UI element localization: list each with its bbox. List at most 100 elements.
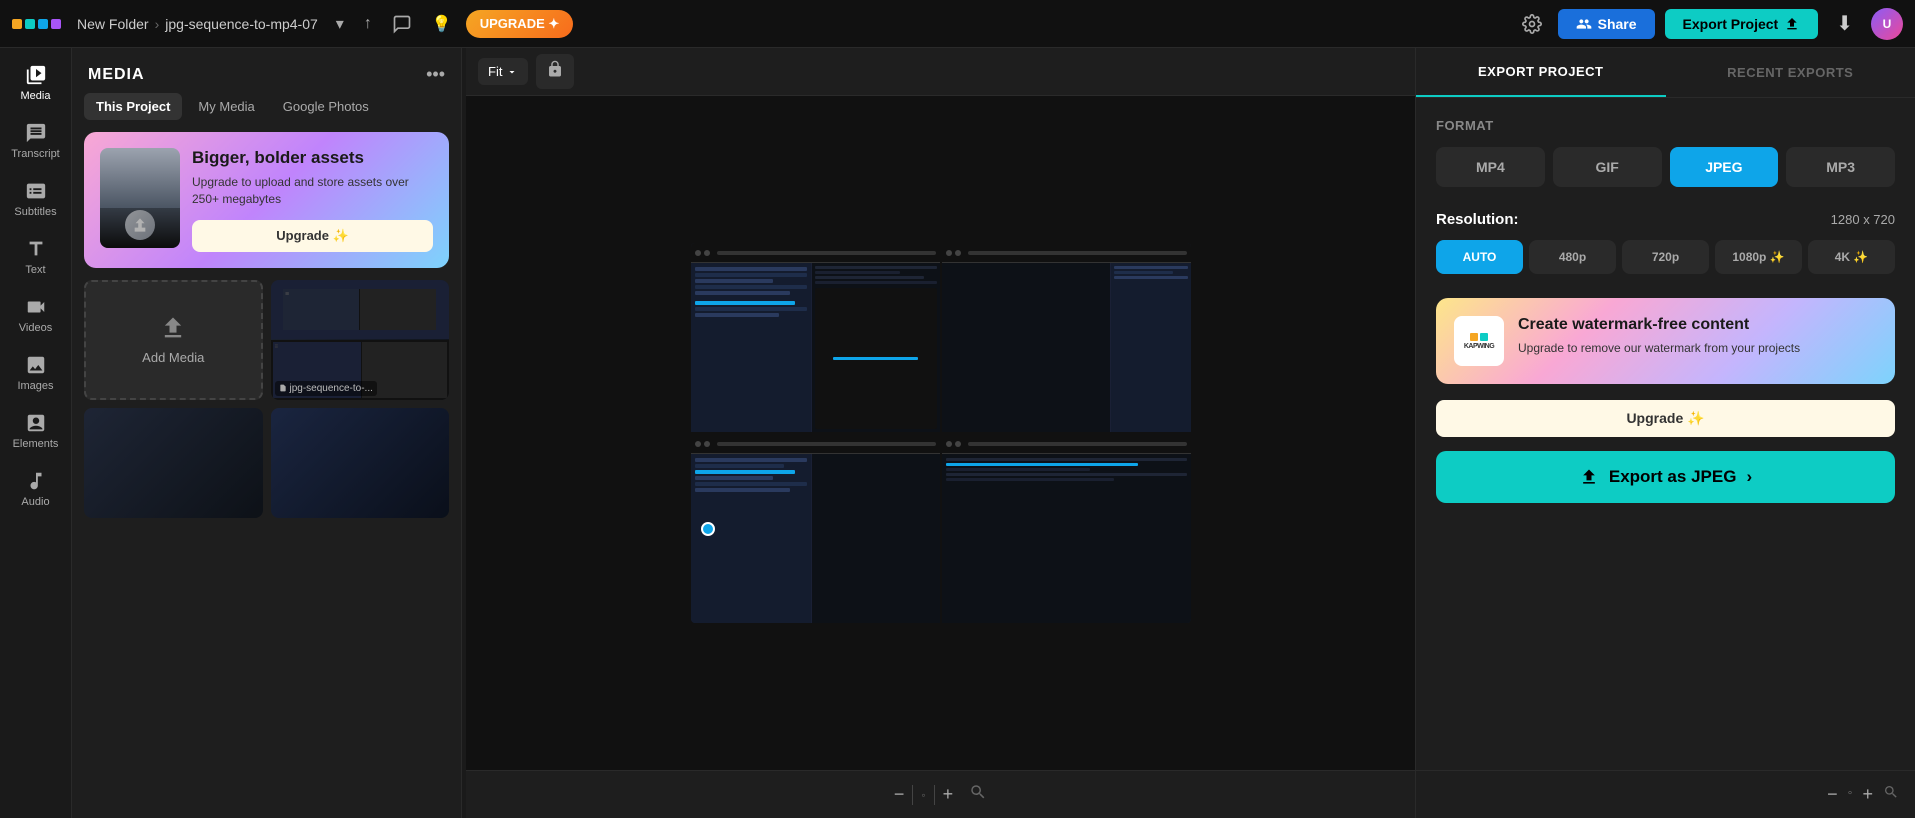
media-thumbnail-3[interactable] [271,408,450,518]
settings-btn[interactable] [1516,10,1548,38]
format-gif-btn[interactable]: GIF [1553,147,1662,187]
add-media-label: Add Media [142,350,204,365]
zoom-out-btn[interactable]: − [1827,784,1838,805]
logo-square-teal [25,19,35,29]
res-auto-btn[interactable]: AUTO [1436,240,1523,274]
dropdown-btn[interactable]: ▾ [330,10,350,38]
sidebar-item-text[interactable]: Text [4,230,68,284]
sidebar-label-transcript: Transcript [11,148,60,160]
canvas-bottom-row: − ◦ + [466,770,1415,818]
upgrade-banner-button[interactable]: Upgrade ✨ [192,220,433,252]
comment-btn[interactable] [386,10,418,38]
format-options: MP4 GIF JPEG MP3 [1436,147,1895,187]
breadcrumb-project[interactable]: jpg-sequence-to-mp4-07 [165,16,318,32]
upgrade-banner-title: Bigger, bolder assets [192,148,433,168]
res-1080p-btn[interactable]: 1080p ✨ [1715,240,1802,274]
media-tab-my-media[interactable]: My Media [186,93,266,120]
upgrade-banner-desc: Upgrade to upload and store assets over … [192,174,433,208]
avatar[interactable]: U [1871,8,1903,40]
media-tabs: This Project My Media Google Photos [72,93,461,132]
upgrade-banner: Bigger, bolder assets Upgrade to upload … [84,132,449,268]
media-header: MEDIA ••• [72,48,461,93]
tab-export-project[interactable]: EXPORT PROJECT [1416,48,1666,97]
format-jpeg-btn[interactable]: JPEG [1670,147,1779,187]
share-button[interactable]: Share [1558,9,1655,39]
canvas-viewport[interactable] [466,96,1415,770]
right-panel-content: Format MP4 GIF JPEG MP3 Resolution: 1280… [1416,98,1915,770]
fit-label: Fit [488,64,502,79]
canvas-frame [691,243,1191,623]
topbar-right: Share Export Project ⬇ U [1516,7,1903,40]
media-tab-this-project[interactable]: This Project [84,93,182,120]
add-media-btn[interactable]: Add Media [84,280,263,400]
zoom-in-canvas-btn[interactable]: + [943,784,954,805]
media-grid-row2 [72,400,461,526]
watermark-title: Create watermark-free content [1518,316,1877,334]
watermark-desc: Upgrade to remove our watermark from you… [1518,340,1877,357]
search-btn[interactable] [1883,784,1899,805]
upload-btn[interactable]: ↑ [358,11,378,37]
media-tab-google-photos[interactable]: Google Photos [271,93,381,120]
zoom-dot: ° [1848,788,1853,802]
left-sidebar: Media Transcript Subtitles Text Videos I… [0,48,72,818]
format-label: Format [1436,118,1895,133]
export-as-jpeg-btn[interactable]: Export as JPEG › [1436,451,1895,503]
watermark-banner: KAPWING Create watermark-free content Up… [1436,298,1895,384]
logo-square-yellow [12,19,22,29]
right-panel: EXPORT PROJECT RECENT EXPORTS Format MP4… [1415,48,1915,818]
upgrade-banner-image [100,148,180,248]
lock-button[interactable] [536,54,574,89]
sidebar-label-media: Media [21,90,51,102]
breadcrumb: New Folder › jpg-sequence-to-mp4-07 [77,16,318,32]
canvas-toolbar: Fit [466,48,1415,96]
media-file-label: jpg-sequence-to-... [275,381,377,396]
timeline-marker[interactable] [701,522,715,536]
sidebar-item-audio[interactable]: Audio [4,462,68,516]
breadcrumb-folder[interactable]: New Folder [77,16,149,32]
sidebar-label-audio: Audio [21,496,49,508]
res-480p-btn[interactable]: 480p [1529,240,1616,274]
main-layout: Media Transcript Subtitles Text Videos I… [0,48,1915,818]
share-label: Share [1598,16,1637,32]
media-more-btn[interactable]: ••• [426,64,445,85]
sidebar-item-elements[interactable]: Elements [4,404,68,458]
right-panel-bottom: − ° + [1416,770,1915,818]
sidebar-item-media[interactable]: Media [4,56,68,110]
sidebar-item-subtitles[interactable]: Subtitles [4,172,68,226]
bulb-btn[interactable]: 💡 [426,10,458,38]
format-mp3-btn[interactable]: MP3 [1786,147,1895,187]
watermark-upgrade-btn[interactable]: Upgrade ✨ [1436,400,1895,437]
right-panel-tabs: EXPORT PROJECT RECENT EXPORTS [1416,48,1915,98]
export-chevron: › [1746,467,1752,487]
breadcrumb-separator: › [155,16,160,32]
timeline-divider [912,785,913,805]
sidebar-item-transcript[interactable]: Transcript [4,114,68,168]
topbar-actions: ▾ ↑ 💡 UPGRADE ✦ [330,10,573,38]
zoom-in-btn[interactable]: + [1862,784,1873,805]
search-canvas-btn[interactable] [969,783,987,806]
sidebar-item-images[interactable]: Images [4,346,68,400]
resolution-label: Resolution: [1436,211,1519,228]
sidebar-label-videos: Videos [19,322,52,334]
logo-square-blue [38,19,48,29]
res-720p-btn[interactable]: 720p [1622,240,1709,274]
upgrade-banner-content: Bigger, bolder assets Upgrade to upload … [192,148,433,252]
fit-button[interactable]: Fit [478,58,528,85]
canvas-area: Fit [466,48,1415,818]
sidebar-item-videos[interactable]: Videos [4,288,68,342]
res-4k-btn[interactable]: 4K ✨ [1808,240,1895,274]
upgrade-button[interactable]: UPGRADE ✦ [466,10,574,38]
format-mp4-btn[interactable]: MP4 [1436,147,1545,187]
export-project-label: Export Project [1683,16,1779,32]
tab-recent-exports[interactable]: RECENT EXPORTS [1666,48,1915,97]
sidebar-label-images: Images [17,380,53,392]
sidebar-label-elements: Elements [13,438,59,450]
zoom-out-canvas-btn[interactable]: − [894,784,905,805]
export-project-button[interactable]: Export Project [1665,9,1819,39]
logo-square-purple [51,19,61,29]
media-thumbnail-1[interactable]: ≡ ≡ jpg-sequence-to-... [271,280,450,400]
watermark-content: Create watermark-free content Upgrade to… [1518,316,1877,357]
download-button[interactable]: ⬇ [1828,7,1861,40]
media-thumbnail-2[interactable] [84,408,263,518]
media-title: MEDIA [88,66,145,84]
